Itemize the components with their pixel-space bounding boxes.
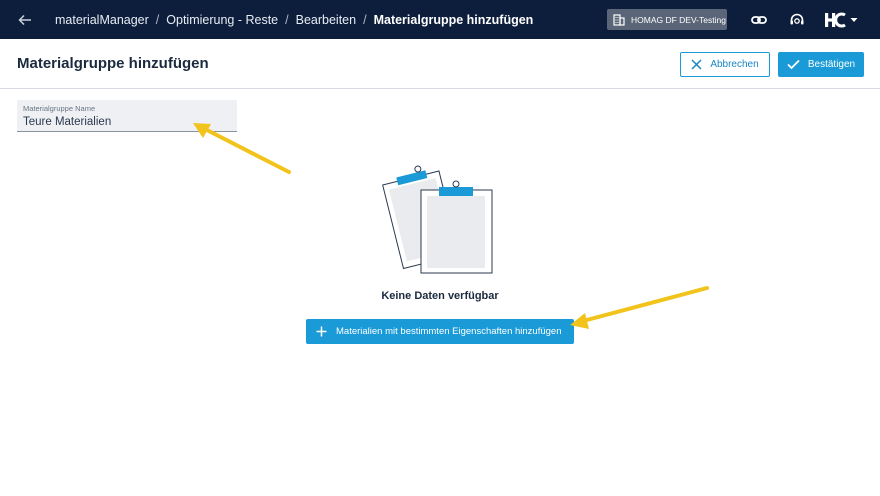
breadcrumb-item-current: Materialgruppe hinzufügen xyxy=(373,12,534,27)
page-title: Materialgruppe hinzufügen xyxy=(17,55,209,72)
breadcrumb-item-materialmanager[interactable]: materialManager xyxy=(55,13,149,27)
empty-state-message: Keine Daten verfügbar xyxy=(381,290,499,302)
breadcrumb-item-optimierung-reste[interactable]: Optimierung - Reste xyxy=(166,13,278,27)
empty-clipboard-illustration xyxy=(382,165,493,274)
materialgroup-name-value: Teure Materialien xyxy=(23,116,112,128)
account-menu[interactable] xyxy=(824,10,859,30)
tenant-label: HOMAG DF DEV-Testing xyxy=(631,14,726,25)
cancel-button[interactable]: Abbrechen xyxy=(680,52,770,77)
back-button[interactable] xyxy=(14,9,36,31)
breadcrumb: materialManager / Optimierung - Reste / … xyxy=(55,0,533,39)
confirm-button-label: Bestätigen xyxy=(807,59,856,70)
breadcrumb-separator: / xyxy=(363,12,367,27)
support-button[interactable] xyxy=(786,9,808,31)
materialgroup-name-label: Materialgruppe Name xyxy=(23,104,96,113)
chevron-down-icon xyxy=(850,18,858,22)
building-icon xyxy=(613,13,625,26)
back-arrow-icon xyxy=(18,14,31,26)
confirm-button[interactable]: Bestätigen xyxy=(778,52,864,77)
link-button[interactable] xyxy=(748,9,770,31)
add-materials-button[interactable]: Materialien mit bestimmten Eigenschaften… xyxy=(306,319,574,344)
breadcrumb-separator: / xyxy=(155,12,160,27)
top-navigation-bar: materialManager / Optimierung - Reste / … xyxy=(0,0,880,39)
close-icon xyxy=(691,59,702,70)
breadcrumb-item-bearbeiten[interactable]: Bearbeiten xyxy=(296,13,356,27)
homag-logo xyxy=(825,12,846,28)
plus-icon xyxy=(316,326,327,337)
materialgroup-name-field[interactable]: Materialgruppe Name Teure Materialien xyxy=(17,100,237,132)
page-header: Materialgruppe hinzufügen Abbrechen Best… xyxy=(0,39,880,89)
support-agent-icon xyxy=(790,13,804,25)
add-materials-button-label: Materialien mit bestimmten Eigenschaften… xyxy=(336,326,562,337)
cancel-button-label: Abbrechen xyxy=(710,59,759,70)
link-icon xyxy=(751,16,767,24)
check-icon xyxy=(787,59,800,70)
breadcrumb-separator: / xyxy=(285,12,289,27)
tenant-selector[interactable]: HOMAG DF DEV-Testing xyxy=(607,9,727,30)
